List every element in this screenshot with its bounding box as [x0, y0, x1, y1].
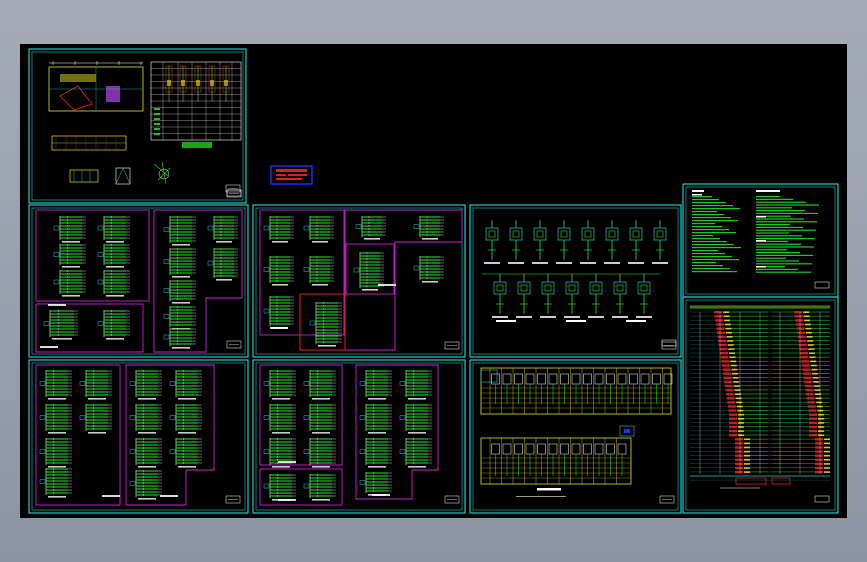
circuit-group [169, 438, 202, 468]
circuit-group [163, 280, 196, 304]
circuit-group [129, 470, 162, 500]
circuit-group [129, 370, 162, 400]
circuit-group [303, 216, 334, 243]
circuit-group [97, 270, 130, 297]
circuit-group [39, 370, 72, 400]
meter-box [540, 274, 556, 318]
circuit-group [303, 438, 336, 468]
circuit-group [97, 244, 130, 268]
circuit-group [413, 216, 444, 240]
circuit-group [263, 296, 294, 329]
meter-box [604, 220, 620, 264]
circuit-group [413, 256, 444, 283]
cad-drawing [28, 48, 839, 514]
notes-text [692, 190, 830, 289]
site-plan-drawing [48, 61, 242, 197]
circuit-group [43, 310, 78, 340]
meter-boxes [482, 220, 677, 347]
circuit-group [163, 306, 196, 330]
circuit-group [309, 302, 342, 347]
meter-box [652, 220, 668, 264]
circuit-group [129, 404, 162, 434]
sheet-panel-a-frame[interactable] [28, 204, 249, 358]
circuit-group [359, 404, 392, 434]
circuit-group [303, 404, 336, 434]
circuit-group [169, 404, 202, 434]
circuit-group [399, 404, 432, 434]
circuit-group [399, 370, 432, 400]
meter-box [580, 220, 596, 264]
sheet-riser-frame[interactable] [682, 296, 839, 514]
circuit-group [79, 370, 112, 400]
circuit-group [163, 216, 196, 246]
meter-box [636, 274, 652, 318]
circuit-group [97, 216, 130, 243]
circuit-group [303, 256, 334, 286]
circuit-group [303, 474, 336, 501]
sheet-meter-boxes-frame[interactable] [469, 204, 682, 358]
circuit-group [359, 370, 392, 400]
meter-box [556, 220, 572, 264]
circuit-group [53, 244, 86, 268]
meter-box [484, 220, 500, 264]
legend-box[interactable] [270, 165, 313, 185]
circuit-group [263, 370, 296, 400]
meter-box [564, 274, 580, 318]
title-blocks [225, 184, 677, 504]
cad-drawing-canvas[interactable] [20, 44, 847, 518]
circuit-group [169, 370, 202, 400]
meter-box [508, 220, 524, 264]
circuit-group [207, 248, 238, 281]
circuit-group [263, 256, 294, 286]
circuit-group [207, 216, 238, 243]
circuit-group [263, 438, 296, 468]
riser-diagram [690, 305, 830, 503]
circuit-group [355, 216, 386, 240]
meter-box [612, 274, 628, 318]
circuit-group [39, 468, 72, 498]
circuit-group [263, 474, 296, 501]
circuit-group [39, 438, 72, 468]
circuit-group [97, 310, 130, 340]
meter-box [532, 220, 548, 264]
circuit-group [263, 216, 294, 243]
circuit-group [359, 472, 392, 496]
circuit-group [53, 270, 86, 297]
circuit-group [53, 216, 86, 243]
switchgear-table [480, 367, 673, 497]
meter-box [628, 220, 644, 264]
circuit-group [399, 438, 432, 468]
sheet-site-plan-frame[interactable] [28, 48, 247, 204]
circuit-group [163, 328, 196, 349]
circuit-group [163, 248, 196, 278]
circuit-group [359, 438, 392, 468]
circuit-group [79, 404, 112, 434]
circuit-group [303, 370, 336, 400]
circuit-group [39, 404, 72, 434]
circuit-group [263, 404, 296, 434]
meter-box [516, 274, 532, 318]
meter-box [588, 274, 604, 318]
circuit-group [129, 438, 162, 468]
meter-box [492, 274, 508, 318]
